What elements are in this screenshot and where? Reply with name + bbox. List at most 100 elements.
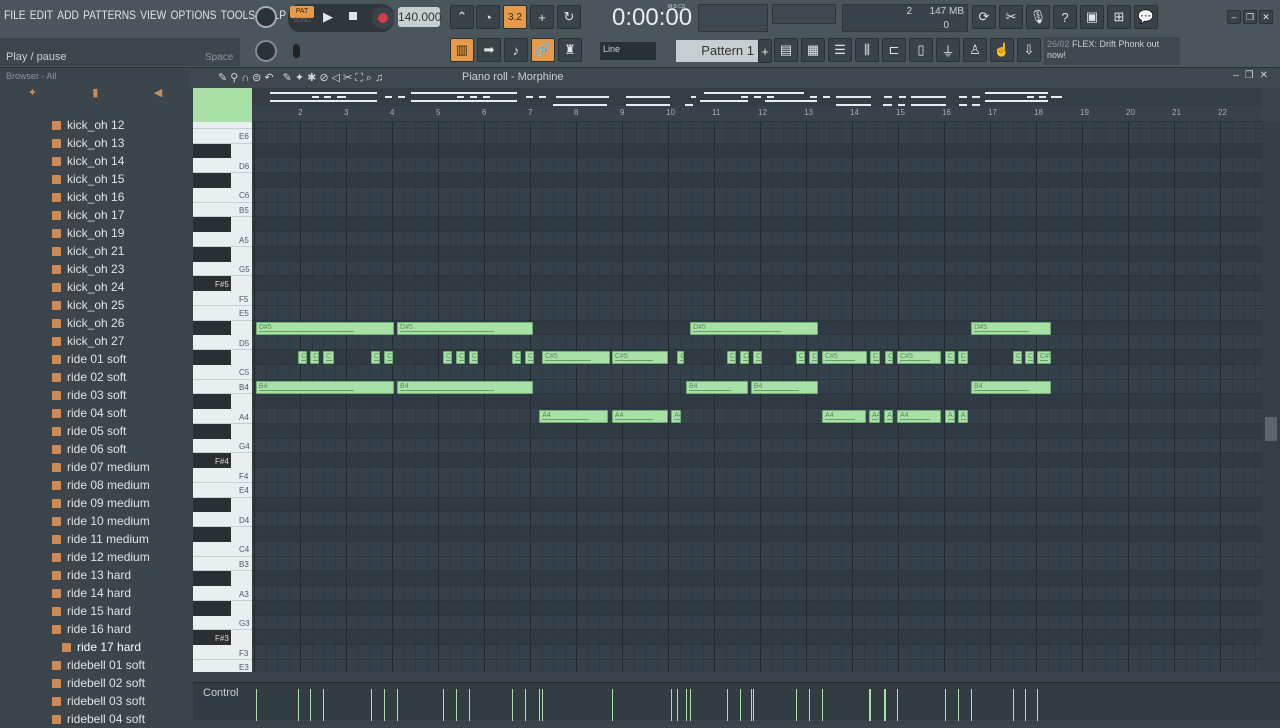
- browser-tab-plugins[interactable]: ◀: [154, 86, 162, 106]
- note[interactable]: C#5: [512, 351, 522, 364]
- black-key[interactable]: [193, 217, 231, 233]
- velocity-bar[interactable]: [690, 689, 692, 721]
- velocity-bar[interactable]: [753, 689, 755, 721]
- note[interactable]: C: [957, 351, 968, 364]
- browser-item[interactable]: ride 04 soft: [52, 404, 126, 422]
- velocity-bar[interactable]: [671, 689, 673, 721]
- browser-item[interactable]: ridebell 03 soft: [52, 692, 145, 710]
- feedback-button[interactable]: 💬: [1134, 5, 1158, 29]
- master-pitch-slider[interactable]: [290, 44, 440, 58]
- pat-mode-button[interactable]: PAT: [290, 6, 314, 18]
- black-key[interactable]: [193, 320, 231, 336]
- note[interactable]: C#5: [443, 351, 453, 364]
- event-editor[interactable]: Control: [193, 682, 1280, 721]
- black-key[interactable]: [193, 571, 231, 587]
- browser-item[interactable]: ride 09 medium: [52, 494, 150, 512]
- browser-item[interactable]: kick_oh 13: [52, 134, 124, 152]
- note[interactable]: C#5: [677, 351, 684, 364]
- news-panel[interactable]: 26/02 FLEX: Drift Phonk out now!: [1044, 37, 1180, 65]
- menu-edit[interactable]: EDIT: [30, 8, 53, 28]
- note[interactable]: C#5: [524, 351, 535, 364]
- velocity-bar[interactable]: [869, 689, 871, 721]
- note[interactable]: C#5: [726, 351, 737, 364]
- note[interactable]: C#5: [298, 351, 308, 364]
- velocity-bar[interactable]: [1024, 689, 1026, 721]
- step-record-button[interactable]: 3.2: [503, 5, 527, 29]
- note[interactable]: C#5: [897, 351, 942, 364]
- note[interactable]: C#5: [310, 351, 320, 364]
- velocity-bar[interactable]: [809, 689, 811, 721]
- mic-button[interactable]: 🎙: [1026, 5, 1050, 29]
- menu-add[interactable]: ADD: [57, 8, 79, 28]
- browser-item[interactable]: ridebell 01 soft: [52, 656, 145, 674]
- note[interactable]: C#5: [809, 351, 819, 364]
- note[interactable]: D#5: [397, 321, 534, 335]
- note[interactable]: C#5: [384, 351, 394, 364]
- note[interactable]: C: [869, 351, 881, 364]
- browser-item[interactable]: ride 11 medium: [52, 530, 149, 548]
- playlist-button[interactable]: ▤: [774, 38, 798, 62]
- browser-button[interactable]: ⊏: [882, 38, 906, 62]
- browser-item[interactable]: ridebell 04 soft: [52, 710, 145, 728]
- browser-item[interactable]: ride 12 medium: [52, 548, 150, 566]
- browser-item[interactable]: kick_oh 25: [52, 296, 124, 314]
- note[interactable]: B4: [750, 380, 818, 394]
- browser-item[interactable]: kick_oh 17: [52, 206, 124, 224]
- tempo-display[interactable]: 140.000: [398, 7, 441, 27]
- piano-roll-title[interactable]: Piano roll - Morphine: [462, 71, 564, 83]
- black-key[interactable]: [193, 350, 231, 365]
- note[interactable]: C#5: [611, 351, 668, 364]
- black-key[interactable]: [193, 497, 231, 513]
- velocity-bar[interactable]: [750, 689, 752, 721]
- note[interactable]: C#5: [455, 351, 466, 364]
- velocity-bar[interactable]: [541, 689, 543, 721]
- browser-item[interactable]: kick_oh 23: [52, 260, 124, 278]
- menu-tools[interactable]: TOOLS: [221, 8, 255, 28]
- black-key[interactable]: [193, 173, 231, 188]
- channel-rack-button[interactable]: ☰: [828, 38, 852, 62]
- note[interactable]: A4: [822, 410, 867, 423]
- white-key[interactable]: [193, 122, 252, 129]
- velocity-bar[interactable]: [1013, 689, 1014, 721]
- piano-roll-window-button[interactable]: ▦: [801, 38, 825, 62]
- note[interactable]: B4: [255, 380, 394, 394]
- browser-item[interactable]: ride 06 soft: [52, 440, 126, 458]
- undo-history-button[interactable]: ⟳: [972, 5, 996, 29]
- velocity-bar[interactable]: [310, 689, 312, 721]
- browser-item[interactable]: ride 17 hard: [62, 638, 141, 656]
- piano-keyboard[interactable]: E6 D6 C6 B5 A5 G5 F#5 F5 E5 D5 C5 B4 A4 G4 F#4 F4 E4 D4 C4…: [193, 122, 252, 672]
- stop-button[interactable]: [349, 12, 357, 20]
- wait-input-button[interactable]: ◔: [476, 5, 500, 29]
- restore-icon[interactable]: ❐: [1243, 10, 1257, 24]
- velocity-bar[interactable]: [957, 689, 959, 721]
- velocity-bar[interactable]: [1036, 689, 1038, 721]
- note[interactable]: C#5: [822, 351, 868, 364]
- black-key[interactable]: [193, 527, 231, 542]
- velocity-bar[interactable]: [885, 689, 887, 721]
- note[interactable]: D#5: [255, 321, 394, 335]
- note[interactable]: D#5: [690, 321, 818, 335]
- note[interactable]: A4: [539, 410, 609, 423]
- piano-roll-button[interactable]: ▥: [450, 38, 474, 62]
- note[interactable]: A4: [897, 410, 942, 423]
- note[interactable]: B4: [685, 380, 749, 394]
- close-icon[interactable]: ✕: [1259, 10, 1273, 24]
- arrow-button[interactable]: ➡: [477, 38, 501, 62]
- browser-item[interactable]: kick_oh 21: [52, 242, 124, 260]
- mixer-button[interactable]: ⫼: [855, 38, 879, 62]
- browser-tab-all[interactable]: ✦: [28, 86, 37, 106]
- menu-options[interactable]: OPTIONS: [171, 8, 217, 28]
- browser-item[interactable]: kick_oh 19: [52, 224, 124, 242]
- browser-item[interactable]: kick_oh 26: [52, 314, 124, 332]
- minimize-icon[interactable]: –: [1227, 10, 1241, 24]
- blend-notes-button[interactable]: +: [530, 5, 554, 29]
- velocity-bar[interactable]: [822, 689, 824, 721]
- note[interactable]: C#5: [541, 351, 611, 364]
- velocity-bar[interactable]: [897, 689, 899, 721]
- vertical-scrollbar[interactable]: [1262, 122, 1280, 672]
- typing-keyboard-button[interactable]: ♜: [558, 38, 582, 62]
- save-button[interactable]: ▣: [1080, 5, 1104, 29]
- velocity-bar[interactable]: [971, 689, 973, 721]
- browser-item[interactable]: ride 07 medium: [52, 458, 150, 476]
- record-button[interactable]: [372, 7, 394, 29]
